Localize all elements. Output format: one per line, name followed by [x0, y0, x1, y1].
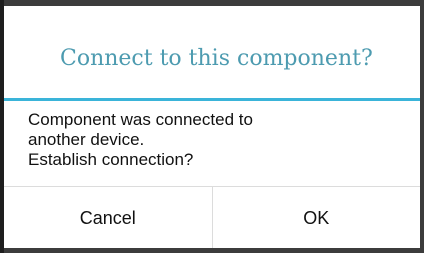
message-line: Component was connected to [28, 110, 253, 129]
dialog-message: Component was connected to another devic… [28, 110, 400, 170]
ok-button-label: OK [303, 208, 330, 228]
connect-dialog: Connect to this component? Component was… [4, 6, 420, 248]
ok-button[interactable]: OK [212, 187, 420, 248]
cancel-button[interactable]: Cancel [4, 187, 213, 248]
title-divider [4, 98, 420, 101]
message-line: Establish connection? [28, 150, 194, 169]
dialog-title: Connect to this component? [60, 46, 373, 71]
cancel-button-label: Cancel [79, 208, 136, 228]
dialog-button-bar: Cancel OK [4, 186, 420, 248]
message-line: another device. [28, 130, 145, 149]
